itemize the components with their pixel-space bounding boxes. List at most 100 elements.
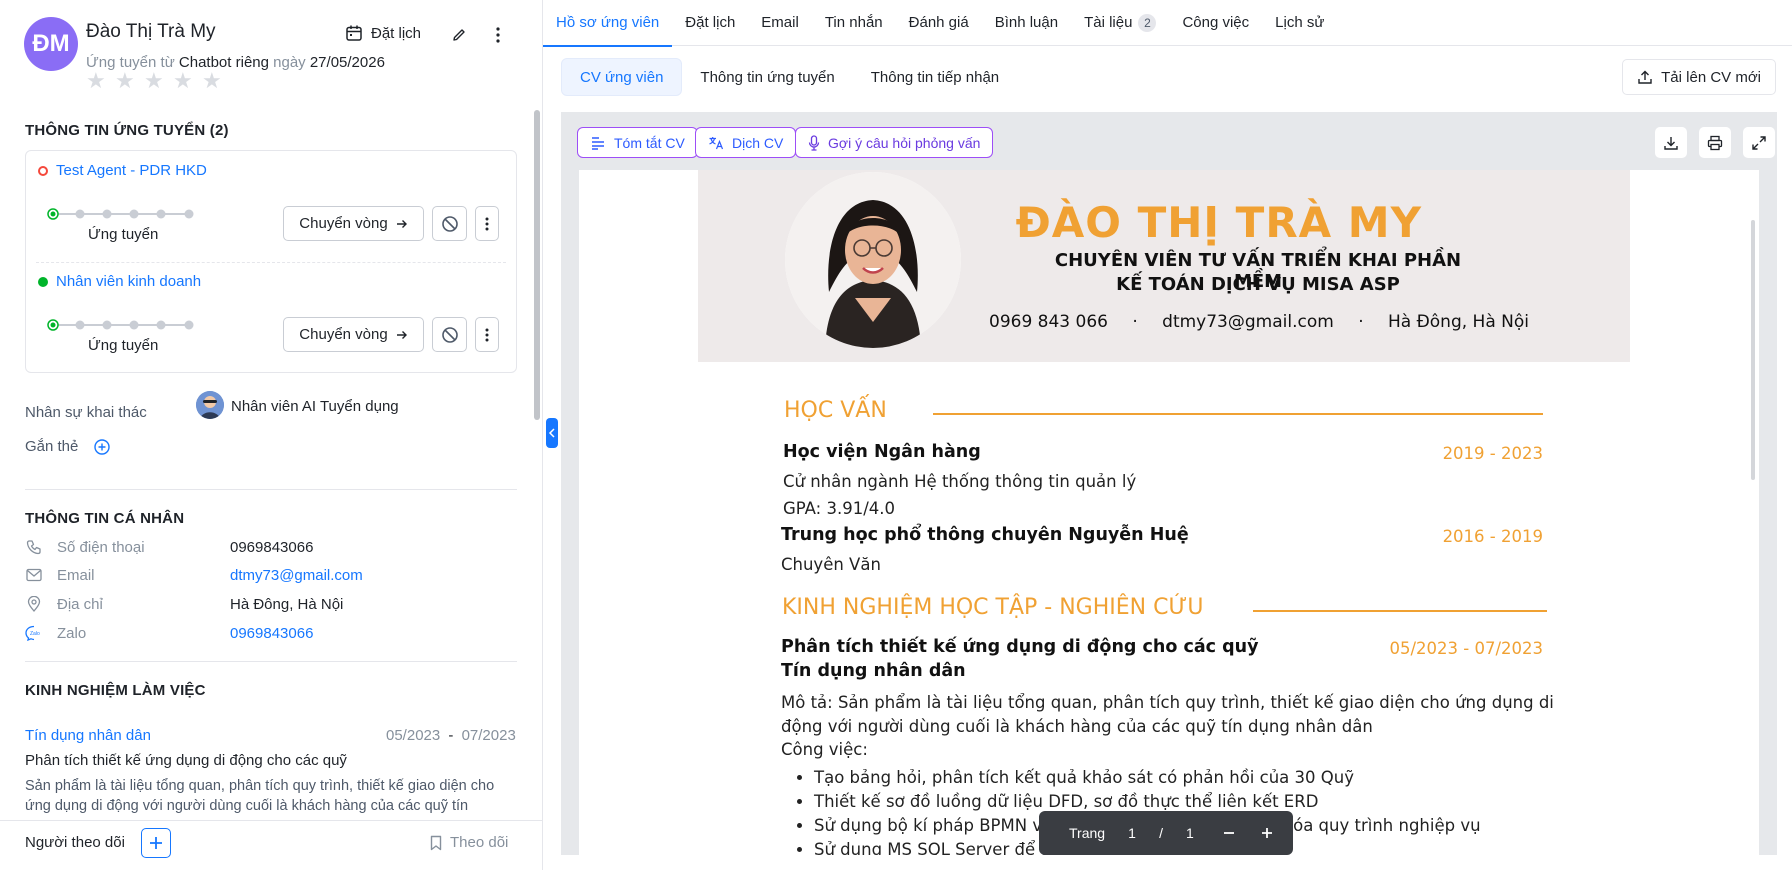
job-title[interactable]: Test Agent - PDR HKD <box>56 162 207 179</box>
work-company[interactable]: Tín dụng nhân dân <box>25 727 151 744</box>
subtab-cv[interactable]: CV ứng viên <box>561 58 683 96</box>
upload-icon <box>1637 69 1653 85</box>
cv-role-line-2: KẾ TOÁN DỊCH VỤ MISA ASP <box>1116 274 1400 295</box>
tab-comments[interactable]: Bình luận <box>982 0 1071 46</box>
main-content: Hồ sơ ứng viên Đặt lịch Email Tin nhắn Đ… <box>542 0 1792 870</box>
divider <box>25 661 517 662</box>
star-icon[interactable]: ★ <box>173 70 193 92</box>
add-tag-button[interactable] <box>94 439 110 455</box>
address-label: Địa chỉ <box>57 595 103 613</box>
work-period: 05/2023 - 07/2023 <box>386 727 516 744</box>
star-icon[interactable]: ★ <box>115 70 135 92</box>
followers-label: Người theo dõi <box>25 834 125 851</box>
application-more-button[interactable] <box>475 206 499 241</box>
tab-documents[interactable]: Tài liệu 2 <box>1071 0 1169 46</box>
work-period-end: 07/2023 <box>461 727 516 744</box>
subtab-label: Thông tin tiếp nhận <box>870 68 1000 86</box>
owner-avatar <box>196 391 224 419</box>
follow-button[interactable]: Theo dõi <box>430 834 508 851</box>
edit-button[interactable] <box>447 23 471 47</box>
subtab-application-info[interactable]: Thông tin ứng tuyển <box>682 58 852 96</box>
tab-history[interactable]: Lịch sử <box>1262 0 1337 46</box>
upload-cv-button[interactable]: Tải lên CV mới <box>1622 59 1776 95</box>
move-stage-button[interactable]: Chuyển vòng <box>283 206 424 241</box>
move-stage-button[interactable]: Chuyển vòng <box>283 317 424 352</box>
cv-email: dtmy73@gmail.com <box>1162 312 1334 332</box>
application-job-1[interactable]: Test Agent - PDR HKD <box>38 162 207 179</box>
cv-scrollbar[interactable] <box>1751 220 1755 480</box>
translate-cv-button[interactable]: Dịch CV <box>695 127 797 158</box>
cv-name: ĐÀO THỊ TRÀ MY <box>1015 198 1422 247</box>
cv-project-years: 05/2023 - 07/2023 <box>1389 639 1543 658</box>
application-job-2[interactable]: Nhân viên kinh doanh <box>38 273 201 290</box>
print-button[interactable] <box>1699 127 1731 158</box>
fullscreen-button[interactable] <box>1743 127 1775 158</box>
cv-rule <box>933 413 1543 415</box>
reject-button[interactable] <box>432 206 467 241</box>
tab-label: Tin nhắn <box>824 14 883 31</box>
job-title[interactable]: Nhân viên kinh doanh <box>56 273 201 290</box>
work-description: Sản phẩm là tài liệu tổng quan, phân tíc… <box>25 778 495 814</box>
cv-edu2-years: 2016 - 2019 <box>1442 527 1543 546</box>
application-more-button[interactable] <box>475 317 499 352</box>
reject-button[interactable] <box>432 317 467 352</box>
tab-label: Email <box>761 14 799 31</box>
zalo-label: Zalo <box>57 624 87 642</box>
left-scrollbar[interactable] <box>534 110 540 420</box>
tags-label: Gắn thẻ <box>25 438 79 455</box>
status-dot <box>38 165 48 176</box>
expand-icon <box>1751 135 1767 151</box>
cv-edu1-years: 2019 - 2023 <box>1442 444 1543 463</box>
cv-document: ĐÀO THỊ TRÀ MY CHUYÊN VIÊN TƯ VẤN TRIỂN … <box>579 170 1759 855</box>
cv-education-title: HỌC VẤN <box>784 398 887 423</box>
rating-stars[interactable]: ★ ★ ★ ★ ★ <box>86 70 222 92</box>
upload-cv-label: Tải lên CV mới <box>1661 68 1761 86</box>
tab-schedule[interactable]: Đặt lịch <box>672 0 748 46</box>
divider <box>25 489 517 490</box>
summarize-cv-label: Tóm tắt CV <box>614 134 685 151</box>
stage-progress <box>46 207 196 221</box>
page-current[interactable]: 1 <box>1119 825 1145 841</box>
zoom-in-button[interactable] <box>1255 821 1279 845</box>
star-icon[interactable]: ★ <box>144 70 164 92</box>
zoom-out-button[interactable] <box>1217 821 1241 845</box>
phone-icon <box>25 538 43 556</box>
mail-icon <box>25 566 43 584</box>
star-icon[interactable]: ★ <box>86 70 106 92</box>
cv-research-title: KINH NGHIỆM HỌC TẬP - NGHIÊN CỨU <box>782 595 1204 620</box>
status-dot <box>38 276 48 287</box>
tab-messages[interactable]: Tin nhắn <box>812 0 896 46</box>
tab-email[interactable]: Email <box>748 0 812 46</box>
tab-tasks[interactable]: Công việc <box>1169 0 1262 46</box>
translate-cv-label: Dịch CV <box>732 134 784 151</box>
ban-icon <box>441 215 459 233</box>
footer-bar: Người theo dõi Theo dõi <box>0 820 542 870</box>
subtab-label: Thông tin ứng tuyển <box>700 68 835 86</box>
star-icon[interactable]: ★ <box>202 70 222 92</box>
count-badge: 2 <box>1138 13 1157 32</box>
applications-box: Test Agent - PDR HKD Ứng tuyển Chuyển vò… <box>25 150 517 373</box>
tab-profile[interactable]: Hồ sơ ứng viên <box>543 0 673 47</box>
tab-label: Bình luận <box>994 14 1059 31</box>
zalo-link[interactable]: 0969843066 <box>230 625 313 642</box>
add-follower-button[interactable] <box>141 828 171 858</box>
summarize-cv-button[interactable]: Tóm tắt CV <box>577 127 698 158</box>
list-item: Tạo bảng hỏi, phân tích kết quả khảo sát… <box>814 766 1562 790</box>
page-total: 1 <box>1186 825 1194 841</box>
cv-location: Hà Đông, Hà Nội <box>1387 312 1529 332</box>
more-button[interactable] <box>486 23 510 47</box>
tab-label: Lịch sử <box>1275 14 1325 31</box>
subtab-label: CV ứng viên <box>580 68 664 86</box>
cv-edu2-school: Trung học phổ thông chuyên Nguyễn Huệ <box>781 525 1189 545</box>
schedule-button[interactable]: Đặt lịch <box>345 24 421 42</box>
interview-questions-button[interactable]: Gợi ý câu hỏi phỏng vấn <box>795 127 994 158</box>
subtab-intake-info[interactable]: Thông tin tiếp nhận <box>853 58 1017 96</box>
download-button[interactable] <box>1655 127 1687 158</box>
phone-label: Số điện thoại <box>57 538 145 556</box>
personal-title: THÔNG TIN CÁ NHÂN <box>25 510 185 527</box>
calendar-icon <box>345 24 363 42</box>
page-sep: / <box>1159 825 1163 841</box>
email-link[interactable]: dtmy73@gmail.com <box>230 567 363 584</box>
tab-reviews[interactable]: Đánh giá <box>896 0 982 46</box>
main-tabs: Hồ sơ ứng viên Đặt lịch Email Tin nhắn Đ… <box>543 0 1792 47</box>
